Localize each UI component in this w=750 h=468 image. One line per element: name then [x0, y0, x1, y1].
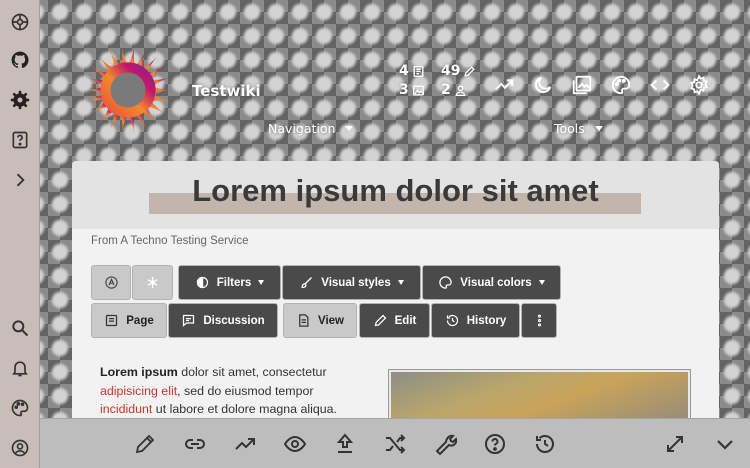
expand-icon[interactable]	[8, 168, 32, 192]
visual-styles-label: Visual styles	[321, 276, 391, 289]
caret-down-icon	[397, 280, 404, 285]
help-icon[interactable]	[8, 128, 32, 152]
history-label: History	[466, 314, 507, 327]
users-count: 2	[441, 82, 451, 98]
page-tab-label: Page	[126, 314, 154, 327]
tools-menu[interactable]: Tools	[554, 121, 603, 136]
files-stat[interactable]: 3	[399, 82, 425, 98]
brush-icon	[301, 277, 313, 289]
palette-icon[interactable]	[8, 396, 32, 420]
upload-icon[interactable]	[331, 430, 359, 458]
navigation-menu[interactable]: Navigation	[268, 121, 354, 136]
settings-icon[interactable]	[686, 72, 712, 98]
edits-count: 49	[441, 63, 461, 79]
document-icon	[413, 65, 424, 77]
pages-count: 4	[399, 63, 409, 79]
content-panel: Lorem ipsum dolor sit amet From A Techno…	[72, 161, 719, 421]
view-label: View	[318, 314, 344, 327]
resize-icon[interactable]	[661, 430, 689, 458]
history-icon	[446, 314, 458, 327]
article-link[interactable]: incididunt	[100, 402, 152, 416]
gear-logo-icon[interactable]	[8, 88, 32, 112]
users-stat[interactable]: 2	[441, 82, 467, 98]
image-icon	[412, 84, 424, 96]
visual-colors-button[interactable]: Visual colors	[422, 265, 561, 300]
github-icon[interactable]	[8, 48, 32, 72]
lead-bold: Lorem ipsum	[100, 365, 178, 379]
navigation-label: Navigation	[268, 121, 336, 136]
caret-down-icon	[345, 126, 354, 131]
discussion-label: Discussion	[203, 314, 265, 327]
filter-icon	[196, 276, 208, 289]
shuffle-icon[interactable]	[381, 430, 409, 458]
history-icon[interactable]	[531, 430, 559, 458]
text-segment: dolor sit amet, consectetur	[177, 365, 327, 379]
palette-icon	[439, 276, 453, 289]
left-rail	[0, 0, 40, 468]
pencil-icon	[374, 314, 387, 327]
edit-label: Edit	[394, 314, 417, 327]
eye-icon[interactable]	[281, 430, 309, 458]
snowflake-icon	[147, 276, 158, 289]
trending-icon[interactable]	[231, 430, 259, 458]
user-icon	[455, 84, 466, 96]
tagline: From A Techno Testing Service	[91, 235, 249, 247]
text-segment: , sed do eiusmod tempor	[177, 383, 314, 398]
pencil-icon	[464, 65, 476, 77]
caret-down-icon	[538, 280, 545, 285]
wiki-icon	[104, 276, 118, 289]
page-tab[interactable]: Page	[91, 303, 167, 338]
site-header: Testwiki 4 49 3 2 Navigation Tools	[40, 0, 750, 160]
snowflake-button[interactable]	[132, 265, 173, 300]
wrench-icon[interactable]	[431, 430, 459, 458]
user-icon[interactable]	[8, 436, 32, 460]
page-title: Lorem ipsum dolor sit amet	[192, 173, 599, 208]
wiki-button[interactable]	[91, 265, 131, 300]
history-tab[interactable]: History	[431, 303, 520, 338]
caret-down-icon	[258, 280, 265, 285]
bell-icon[interactable]	[8, 356, 32, 380]
tools-label: Tools	[554, 121, 585, 136]
text-segment: ut labore et dolore magna aliqua.	[152, 402, 337, 416]
caret-down-icon	[594, 126, 603, 131]
link-icon[interactable]	[181, 430, 209, 458]
palette-icon[interactable]	[608, 72, 634, 98]
code-icon[interactable]	[647, 72, 673, 98]
article-link[interactable]: adipisicing elit	[100, 384, 177, 398]
globe-icon[interactable]	[8, 10, 32, 34]
view-icon	[299, 314, 309, 327]
edits-stat[interactable]: 49	[441, 63, 476, 79]
moon-icon[interactable]	[530, 72, 556, 98]
trending-icon[interactable]	[491, 72, 517, 98]
title-bar: Lorem ipsum dolor sit amet	[72, 161, 719, 229]
visual-styles-button[interactable]: Visual styles	[282, 265, 421, 300]
gallery-icon[interactable]	[569, 72, 595, 98]
search-icon[interactable]	[8, 316, 32, 340]
bottom-toolbar	[40, 418, 750, 468]
site-name[interactable]: Testwiki	[192, 82, 261, 100]
files-count: 3	[399, 82, 409, 98]
edit-tab[interactable]: Edit	[359, 303, 430, 338]
article-image[interactable]	[388, 369, 691, 421]
more-vertical-icon	[537, 314, 541, 327]
article-text: Lorem ipsum dolor sit amet, consectetur …	[100, 363, 375, 419]
discussion-tab[interactable]: Discussion	[168, 303, 278, 338]
visual-colors-label: Visual colors	[460, 276, 532, 289]
pages-stat[interactable]: 4	[399, 63, 425, 79]
site-logo[interactable]	[82, 44, 174, 136]
help-icon[interactable]	[481, 430, 509, 458]
edit-icon[interactable]	[131, 430, 159, 458]
page-icon	[106, 314, 118, 327]
view-tab[interactable]: View	[283, 303, 357, 338]
more-actions-button[interactable]	[521, 303, 557, 338]
chevron-down-icon[interactable]	[711, 430, 739, 458]
filters-label: Filters	[216, 276, 252, 289]
discussion-icon	[183, 314, 195, 327]
filters-button[interactable]: Filters	[178, 265, 281, 300]
